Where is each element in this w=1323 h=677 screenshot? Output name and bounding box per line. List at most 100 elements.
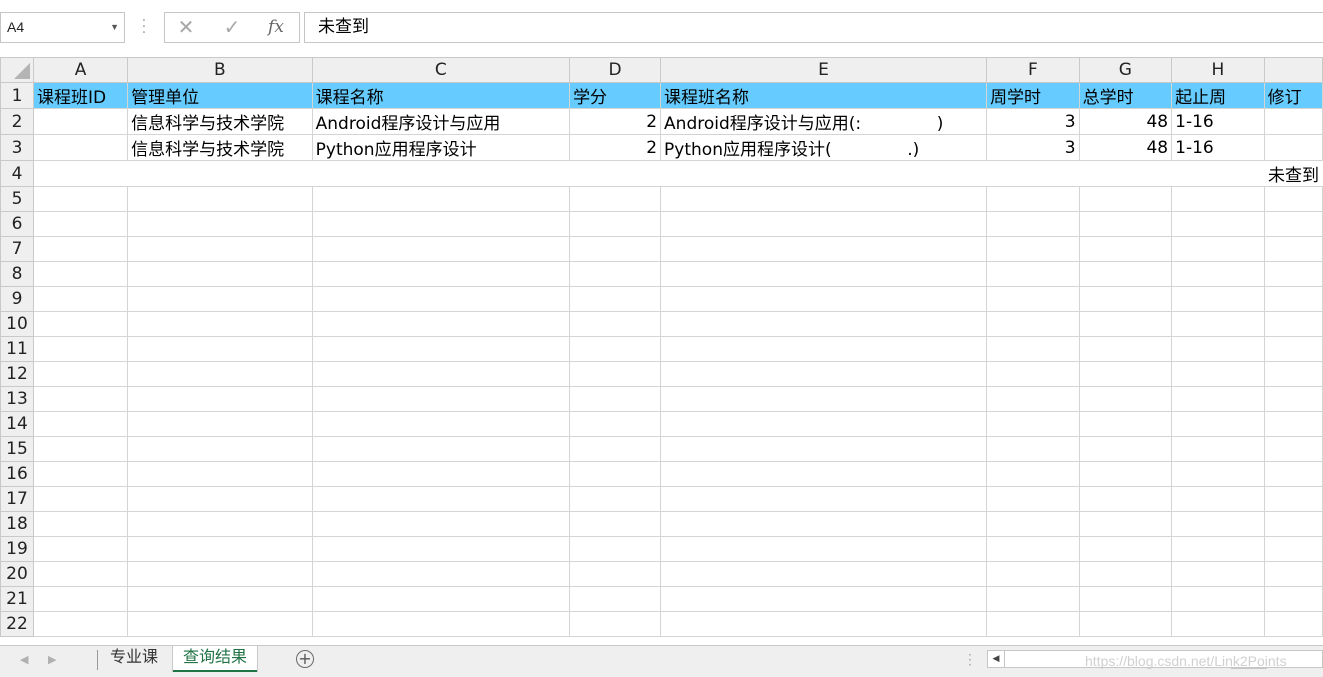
empty-cell[interactable] [32,236,129,262]
empty-cell[interactable] [1078,486,1173,512]
empty-cell[interactable] [32,611,129,637]
scroll-left-icon[interactable]: ◀ [988,651,1005,667]
cell-b3[interactable]: 信息科学与技术学院 [127,134,313,161]
empty-cell[interactable] [127,586,313,612]
empty-cell[interactable] [1263,336,1323,362]
empty-cell[interactable] [127,311,313,337]
empty-cell[interactable] [32,361,129,387]
empty-cell[interactable] [569,461,662,487]
empty-cell[interactable] [1078,436,1173,462]
empty-cell[interactable] [127,561,313,587]
empty-cell[interactable] [32,186,129,212]
column-header-h[interactable]: H [1171,57,1265,83]
empty-cell[interactable] [986,411,1080,437]
empty-cell[interactable] [311,386,571,412]
row-header[interactable]: 17 [0,486,34,512]
empty-cell[interactable] [986,586,1080,612]
row-header[interactable]: 22 [0,611,34,637]
empty-cell[interactable] [660,511,988,537]
enter-icon[interactable]: ✓ [217,13,247,42]
empty-cell[interactable] [660,186,988,212]
add-sheet-icon[interactable]: + [296,650,314,668]
cell-d1[interactable]: 学分 [569,82,662,109]
empty-cell[interactable] [311,336,571,362]
empty-cell[interactable] [986,486,1080,512]
empty-cell[interactable] [660,436,988,462]
empty-cell[interactable] [1171,611,1265,637]
empty-cell[interactable] [127,511,313,537]
empty-cell[interactable] [660,286,988,312]
empty-cell[interactable] [1263,486,1323,512]
empty-cell[interactable] [311,486,571,512]
empty-cell[interactable] [32,386,129,412]
empty-cell[interactable] [127,611,313,637]
row-header[interactable]: 12 [0,361,34,387]
empty-cell[interactable] [1078,611,1173,637]
empty-cell[interactable] [986,186,1080,212]
empty-cell[interactable] [311,311,571,337]
empty-cell[interactable] [1263,436,1323,462]
empty-cell[interactable] [1263,386,1323,412]
cell-h2[interactable]: 1-16 [1171,108,1265,135]
empty-cell[interactable] [1078,311,1173,337]
empty-cell[interactable] [569,511,662,537]
cell-f2[interactable]: 3 [986,108,1080,135]
empty-cell[interactable] [1171,561,1265,587]
cell-g2[interactable]: 48 [1078,108,1173,135]
empty-cell[interactable] [1171,236,1265,262]
empty-cell[interactable] [986,361,1080,387]
empty-cell[interactable] [1171,511,1265,537]
empty-cell[interactable] [1078,561,1173,587]
empty-cell[interactable] [1171,536,1265,562]
empty-cell[interactable] [127,211,313,237]
empty-cell[interactable] [32,486,129,512]
empty-cell[interactable] [127,361,313,387]
empty-cell[interactable] [311,361,571,387]
empty-cell[interactable] [660,261,988,287]
empty-cell[interactable] [660,536,988,562]
empty-cell[interactable] [1078,336,1173,362]
empty-cell[interactable] [1078,286,1173,312]
empty-cell[interactable] [311,211,571,237]
empty-cell[interactable] [311,511,571,537]
column-header-c[interactable]: C [311,57,571,83]
empty-cell[interactable] [1078,236,1173,262]
empty-cell[interactable] [1171,386,1265,412]
empty-cell[interactable] [127,461,313,487]
cell-c3[interactable]: Python应用程序设计 [311,134,571,161]
empty-cell[interactable] [660,561,988,587]
empty-cell[interactable] [32,511,129,537]
chevron-down-icon[interactable]: ▼ [110,13,119,42]
column-header-g[interactable]: G [1078,57,1173,83]
formula-input[interactable]: 未查到 [304,12,1323,43]
empty-cell[interactable] [660,361,988,387]
empty-cell[interactable] [32,461,129,487]
column-header-f[interactable]: F [986,57,1080,83]
cell-f3[interactable]: 3 [986,134,1080,161]
empty-cell[interactable] [127,286,313,312]
empty-cell[interactable] [1171,311,1265,337]
empty-cell[interactable] [986,236,1080,262]
empty-cell[interactable] [1263,311,1323,337]
empty-cell[interactable] [1171,211,1265,237]
row-header[interactable]: 11 [0,336,34,362]
empty-cell[interactable] [311,236,571,262]
empty-cell[interactable] [986,311,1080,337]
empty-cell[interactable] [311,411,571,437]
empty-cell[interactable] [569,436,662,462]
empty-cell[interactable] [127,336,313,362]
row-header[interactable]: 2 [0,108,34,135]
empty-cell[interactable] [569,336,662,362]
empty-cell[interactable] [127,411,313,437]
empty-cell[interactable] [1171,361,1265,387]
empty-cell[interactable] [1263,261,1323,287]
cell-c2[interactable]: Android程序设计与应用 [311,108,571,135]
empty-cell[interactable] [569,211,662,237]
empty-cell[interactable] [311,186,571,212]
cell-b1[interactable]: 管理单位 [127,82,313,109]
empty-cell[interactable] [311,286,571,312]
scroll-tabs-right-icon[interactable]: ▶ [48,653,56,666]
row-header[interactable]: 13 [0,386,34,412]
empty-cell[interactable] [127,386,313,412]
empty-cell[interactable] [1078,361,1173,387]
